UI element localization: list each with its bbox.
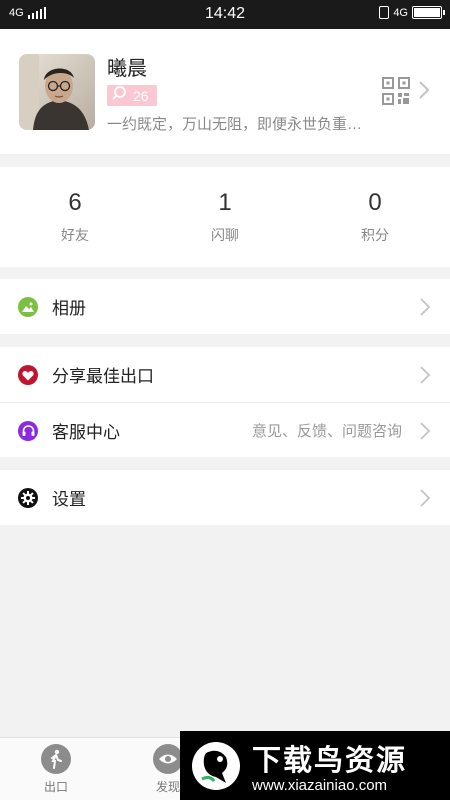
search-bubble-icon: [111, 85, 127, 106]
watermark-url: www.xiazainiao.com: [252, 777, 388, 794]
menu-label: 客服中心: [52, 422, 120, 442]
menu-group-settings: 设置: [0, 470, 450, 525]
stat-points[interactable]: 0 积分: [300, 167, 450, 267]
qr-code-icon[interactable]: [382, 77, 410, 105]
stat-label: 闪聊: [211, 227, 239, 243]
watermark-title: 下载鸟资源: [252, 745, 408, 777]
network-status-right: 4G: [379, 6, 445, 19]
stat-label: 积分: [361, 227, 389, 243]
menu-hint: 意见、反馈、问题咨询: [251, 422, 402, 440]
menu-group-album: 相册: [0, 279, 450, 334]
tab-label: 出口: [43, 780, 68, 794]
stat-flash-chat[interactable]: 1 闪聊: [150, 167, 300, 267]
stat-value: 6: [68, 189, 82, 216]
level-badge: 26: [107, 85, 157, 106]
menu-label: 分享最佳出口: [52, 367, 154, 386]
menu-item-share-exit[interactable]: 分享最佳出口: [0, 347, 450, 402]
headset-icon: [18, 421, 38, 441]
stat-value: 1: [218, 189, 232, 216]
menu-label: 相册: [52, 299, 86, 318]
chevron-right-icon: [420, 366, 431, 389]
menu-label: 设置: [52, 490, 86, 509]
badge-count: 26: [133, 87, 149, 104]
chevron-right-icon: [420, 298, 431, 321]
bird-logo-icon: [190, 739, 242, 793]
menu-item-support[interactable]: 客服中心 意见、反馈、问题咨询: [0, 402, 450, 457]
walking-person-icon: [41, 744, 71, 774]
profile-card[interactable]: 曦晨 26 一约既定，万山无阻，即便永世负重…: [0, 29, 450, 154]
avatar[interactable]: [19, 54, 95, 130]
profile-name: 曦晨: [107, 58, 147, 80]
stat-friends[interactable]: 6 好友: [0, 167, 150, 267]
profile-signature: 一约既定，万山无阻，即便永世负重…: [107, 116, 363, 133]
gear-icon: [18, 488, 38, 508]
vibrate-icon: [379, 6, 390, 19]
battery-icon: [412, 6, 445, 19]
network-type-right: 4G: [393, 6, 408, 19]
heart-icon: [18, 365, 38, 385]
chevron-right-icon: [420, 422, 431, 445]
tab-exit[interactable]: 出口: [28, 744, 84, 795]
stat-value: 0: [368, 189, 382, 216]
image-icon: [18, 297, 38, 317]
menu-group-share-support: 分享最佳出口 客服中心 意见、反馈、问题咨询: [0, 347, 450, 457]
status-bar: 4G 14:42 4G: [0, 0, 450, 29]
menu-item-album[interactable]: 相册: [0, 279, 450, 334]
watermark-banner: 下载鸟资源 www.xiazainiao.com: [180, 731, 450, 800]
chevron-right-icon: [420, 489, 431, 512]
menu-item-settings[interactable]: 设置: [0, 470, 450, 525]
stats-panel: 6 好友 1 闪聊 0 积分: [0, 167, 450, 267]
stat-label: 好友: [61, 227, 89, 243]
eye-icon: [153, 744, 183, 774]
chevron-right-icon: [418, 80, 430, 105]
